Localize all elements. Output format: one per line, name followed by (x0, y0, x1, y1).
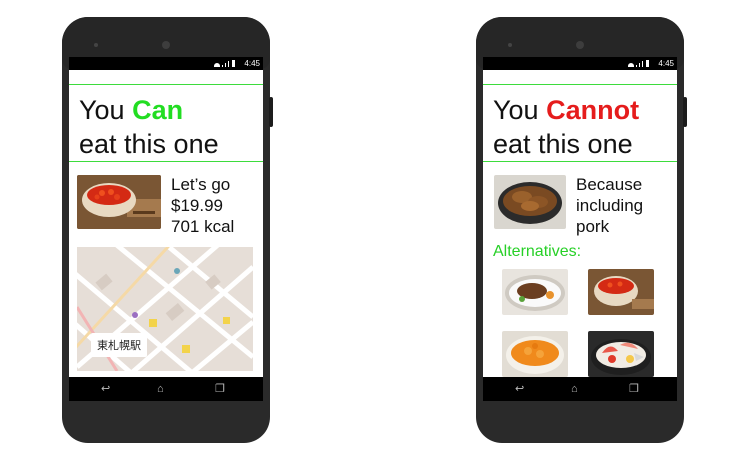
restriction-reason: pork (576, 217, 610, 236)
phone-frame-left: 4:45 You Can eat this one Let’s go $19.9… (62, 17, 273, 443)
food-calories: 701 kcal (171, 217, 235, 236)
front-camera (576, 41, 584, 49)
wifi-icon (628, 63, 634, 67)
power-button[interactable] (269, 97, 273, 127)
screen-left: 4:45 You Can eat this one Let’s go $19.9… (69, 57, 263, 401)
verdict-emphasis: Can (132, 95, 184, 125)
station-label[interactable]: 東札幌駅 (91, 333, 147, 357)
navigation-bar: ↩ ⌂ ❐ (483, 377, 677, 401)
light-sensor (508, 43, 512, 47)
phone-frame-right: 4:45 You Cannot eat this one Because inc… (476, 17, 687, 443)
food-price: $19.99 (171, 196, 223, 215)
recents-icon[interactable]: ❐ (629, 383, 639, 395)
alternative-salmon-roe-bowl[interactable] (588, 269, 654, 315)
verdict-emphasis: Cannot (546, 95, 640, 125)
alternative-beef-plate[interactable] (502, 269, 568, 315)
status-bar: 4:45 (69, 57, 263, 70)
status-time: 4:45 (658, 59, 674, 68)
salmon-roe-bowl-image (77, 175, 161, 229)
recents-icon[interactable]: ❐ (215, 383, 225, 395)
wifi-icon (214, 63, 220, 67)
screen-right: 4:45 You Cannot eat this one Because inc… (483, 57, 677, 401)
verdict-title: You Cannot eat this one (493, 95, 640, 159)
navigation-bar: ↩ ⌂ ❐ (69, 377, 263, 401)
verdict-title: You Can eat this one (79, 95, 219, 159)
signal-icons (628, 60, 649, 67)
alternatives-heading: Alternatives: (493, 243, 582, 260)
status-time: 4:45 (244, 59, 260, 68)
alternative-uni-rice-bowl[interactable] (502, 331, 568, 377)
back-icon[interactable]: ↩ (101, 383, 110, 395)
status-bar: 4:45 (483, 57, 677, 70)
food-info: Because including pork (576, 175, 644, 236)
battery-icon (646, 60, 649, 67)
home-icon[interactable]: ⌂ (157, 383, 164, 395)
back-icon[interactable]: ↩ (515, 383, 524, 395)
light-sensor (94, 43, 98, 47)
signal-icon (222, 65, 223, 67)
signal-icon (636, 65, 637, 67)
pork-rice-bowl-image (494, 175, 566, 229)
alternative-seafood-bowl[interactable] (588, 331, 654, 377)
home-icon[interactable]: ⌂ (571, 383, 578, 395)
map-view[interactable]: 東札幌駅 (77, 247, 253, 371)
front-camera (162, 41, 170, 49)
battery-icon (232, 60, 235, 67)
food-info: Let’s go $19.99 701 kcal (171, 175, 235, 236)
signal-icons (214, 60, 235, 67)
power-button[interactable] (683, 97, 687, 127)
